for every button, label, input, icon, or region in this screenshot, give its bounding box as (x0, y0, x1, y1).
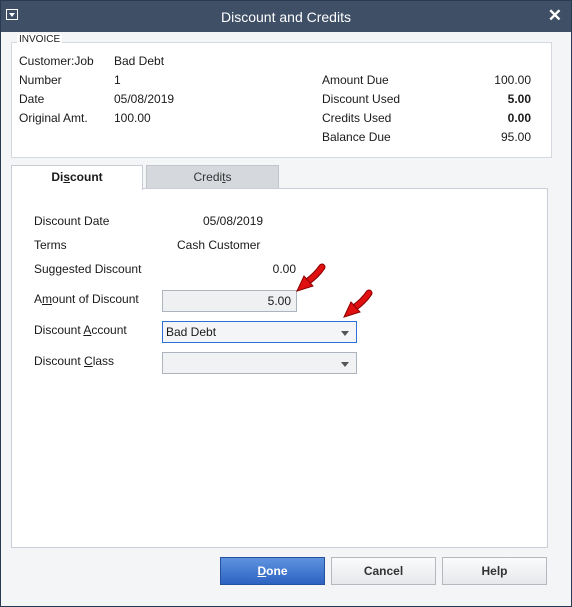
close-icon[interactable]: ✕ (548, 7, 562, 24)
discount-class-select[interactable] (162, 352, 357, 374)
done-label-key: D (257, 564, 267, 578)
suggested-discount-label: Suggested Discount (34, 262, 142, 276)
invoice-panel: INVOICE Customer:Job Bad Debt Number 1 D… (11, 34, 552, 158)
date-value: 05/08/2019 (114, 92, 175, 106)
customer-job-value: Bad Debt (114, 54, 165, 68)
tab-credits[interactable]: Credits (146, 165, 279, 189)
tab-discount-label-key: s (63, 170, 70, 184)
number-label: Number (19, 73, 62, 87)
tab-discount[interactable]: Discount (11, 165, 143, 190)
tab-discount-label-pre: Di (51, 170, 64, 184)
account-label-post: ccount (91, 323, 127, 337)
done-button[interactable]: Done (220, 557, 325, 585)
done-label-rest: one (266, 564, 288, 578)
terms-label: Terms (34, 238, 67, 252)
cancel-button[interactable]: Cancel (331, 557, 436, 585)
account-label-pre: Discount (34, 323, 84, 337)
amount-of-discount-label: Amount of Discount (34, 292, 139, 306)
discount-used-label: Discount Used (322, 92, 401, 106)
chevron-down-icon[interactable] (341, 331, 349, 336)
credits-used-value: 0.00 (507, 111, 531, 125)
amount-label-post: ount of Discount (52, 292, 139, 306)
class-label-pre: Discount (34, 354, 85, 368)
discount-account-label: Discount Account (34, 323, 127, 337)
chevron-down-icon[interactable] (341, 362, 349, 367)
window-title: Discount and Credits (221, 9, 351, 25)
help-button[interactable]: Help (442, 557, 547, 585)
amount-due-label: Amount Due (322, 73, 389, 87)
class-label-post: lass (92, 354, 115, 368)
discount-tab-panel: Discount Date 05/08/2019 Terms Cash Cust… (11, 188, 548, 548)
terms-value: Cash Customer (177, 238, 261, 252)
amount-label-pre: A (34, 292, 43, 306)
original-amt-label: Original Amt. (19, 111, 88, 125)
amount-of-discount-value: 5.00 (267, 294, 291, 308)
customer-job-label: Customer:Job (19, 54, 94, 68)
annotation-arrow-icon (296, 263, 326, 292)
invoice-section-label: INVOICE (17, 34, 63, 45)
tab-discount-label-post: count (70, 170, 103, 184)
amount-of-discount-input[interactable]: 5.00 (162, 290, 297, 312)
discount-credits-window: Discount and Credits ✕ INVOICE Customer:… (0, 0, 572, 607)
class-label-key: C (84, 354, 93, 368)
suggested-discount-value: 0.00 (272, 262, 296, 276)
number-value: 1 (114, 73, 121, 87)
title-bar: Discount and Credits ✕ (1, 1, 571, 32)
discount-date-value: 05/08/2019 (203, 214, 264, 228)
discount-class-label: Discount Class (34, 354, 114, 368)
amount-label-key: m (42, 292, 53, 306)
discount-date-label: Discount Date (34, 214, 110, 228)
tab-credits-label-pre: Credi (193, 170, 223, 184)
tab-credits-label-post: s (225, 170, 232, 184)
discount-account-value: Bad Debt (166, 325, 217, 339)
date-label: Date (19, 92, 45, 106)
amount-due-value: 100.00 (494, 73, 531, 87)
discount-used-value: 5.00 (507, 92, 531, 106)
discount-account-select[interactable]: Bad Debt (162, 321, 357, 343)
annotation-arrow-icon (343, 289, 373, 318)
credits-used-label: Credits Used (322, 111, 392, 125)
original-amt-value: 100.00 (114, 111, 151, 125)
balance-due-value: 95.00 (500, 130, 531, 144)
balance-due-label: Balance Due (322, 130, 391, 144)
